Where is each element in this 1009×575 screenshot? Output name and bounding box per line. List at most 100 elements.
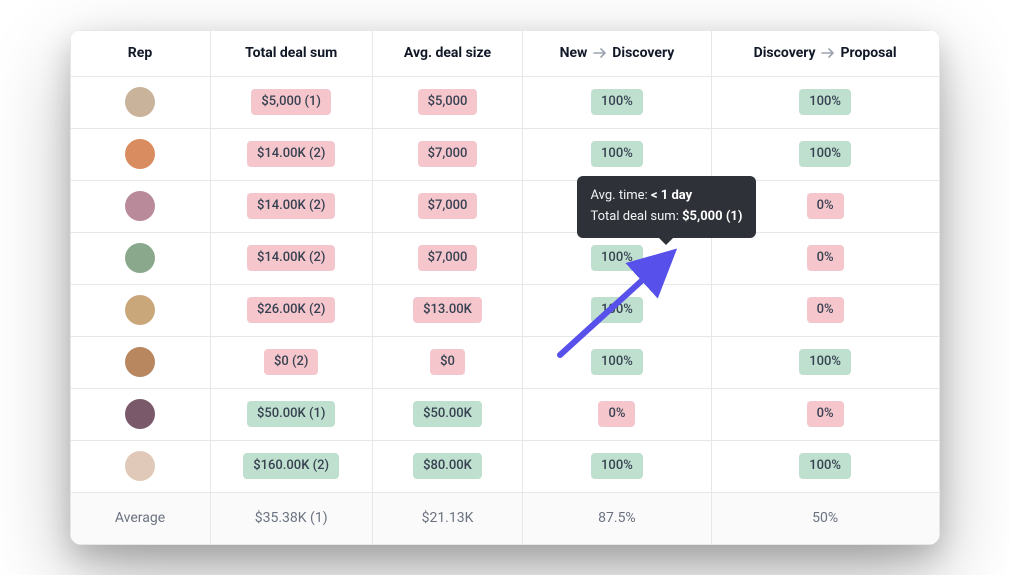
footer-total: $35.38K (1) [210,492,372,544]
stage1-cell[interactable]: 100% [523,284,712,336]
rep-cell[interactable] [70,128,210,180]
total-cell[interactable]: $14.00K (2) [210,180,372,232]
avg-pill[interactable]: $13.00K [413,297,482,323]
total-pill[interactable]: $14.00K (2) [247,245,335,271]
table-row[interactable]: $26.00K (2) $13.00K 100% 0% [70,284,939,336]
avatar[interactable] [125,347,155,377]
rep-cell[interactable] [70,284,210,336]
stage2-cell[interactable]: 100% [711,440,939,492]
table-row[interactable]: $14.00K (2) $7,000 100% 0% [70,232,939,284]
avatar[interactable] [125,191,155,221]
total-cell[interactable]: $26.00K (2) [210,284,372,336]
stage2-pill[interactable]: 0% [807,297,844,323]
total-pill[interactable]: $14.00K (2) [247,193,335,219]
rep-cell[interactable] [70,76,210,128]
avg-cell[interactable]: $13.00K [372,284,522,336]
avg-cell[interactable]: $5,000 [372,76,522,128]
col-stage1[interactable]: New Discovery [523,31,712,76]
avg-pill[interactable]: $7,000 [418,141,478,167]
footer-avg: $21.13K [372,492,522,544]
total-cell[interactable]: $0 (2) [210,336,372,388]
avg-cell[interactable]: $80.00K [372,440,522,492]
total-pill[interactable]: $50.00K (1) [247,401,335,427]
table-row[interactable]: $0 (2) $0 100% 100% [70,336,939,388]
table-header-row: Rep Total deal sum Avg. deal size New Di… [70,31,939,76]
rep-cell[interactable] [70,180,210,232]
table-row[interactable]: $14.00K (2) $7,000 100% 100% [70,128,939,180]
stage1-pill[interactable]: 100% [591,89,643,115]
stage1-from: New [560,45,588,61]
total-pill[interactable]: $0 (2) [264,349,318,375]
total-pill[interactable]: $14.00K (2) [247,141,335,167]
footer-stage2: 50% [711,492,939,544]
avg-pill[interactable]: $80.00K [413,453,482,479]
total-cell[interactable]: $14.00K (2) [210,232,372,284]
tooltip-line2-label: Total deal sum: [591,209,683,224]
stage1-cell[interactable]: 100% [523,76,712,128]
stage2-from: Discovery [754,45,816,61]
table-row[interactable]: $160.00K (2) $80.00K 100% 100% [70,440,939,492]
avg-pill[interactable]: $7,000 [418,245,478,271]
avg-cell[interactable]: $7,000 [372,180,522,232]
stage1-cell[interactable]: 0% [523,388,712,440]
col-rep[interactable]: Rep [70,31,210,76]
avatar[interactable] [125,295,155,325]
avatar[interactable] [125,451,155,481]
avatar[interactable] [125,87,155,117]
stage2-cell[interactable]: 0% [711,388,939,440]
tooltip-line1-label: Avg. time: [591,188,651,203]
total-cell[interactable]: $14.00K (2) [210,128,372,180]
avg-pill[interactable]: $5,000 [418,89,478,115]
avg-cell[interactable]: $50.00K [372,388,522,440]
stage1-cell[interactable]: 100% [523,440,712,492]
rep-cell[interactable] [70,232,210,284]
stage2-pill[interactable]: 100% [799,453,851,479]
stage2-pill[interactable]: 100% [799,141,851,167]
total-cell[interactable]: $50.00K (1) [210,388,372,440]
stage1-pill[interactable]: 100% [591,245,643,271]
table-row[interactable]: $5,000 (1) $5,000 100% 100% [70,76,939,128]
stage2-cell[interactable]: 0% [711,232,939,284]
total-pill[interactable]: $5,000 (1) [251,89,331,115]
table-row[interactable]: $50.00K (1) $50.00K 0% 0% [70,388,939,440]
stage2-pill[interactable]: 100% [799,89,851,115]
stage1-cell[interactable]: 100% [523,128,712,180]
stage2-pill[interactable]: 100% [799,349,851,375]
stage1-pill[interactable]: 100% [591,453,643,479]
col-total[interactable]: Total deal sum [210,31,372,76]
stage2-cell[interactable]: 100% [711,336,939,388]
avatar[interactable] [125,399,155,429]
avg-cell[interactable]: $0 [372,336,522,388]
stage1-pill[interactable]: 100% [591,141,643,167]
stage1-pill[interactable]: 100% [591,349,643,375]
col-avg[interactable]: Avg. deal size [372,31,522,76]
rep-cell[interactable] [70,440,210,492]
stage2-cell[interactable]: 100% [711,128,939,180]
avatar[interactable] [125,243,155,273]
footer-stage1: 87.5% [523,492,712,544]
avg-cell[interactable]: $7,000 [372,128,522,180]
stage2-cell[interactable]: 100% [711,76,939,128]
total-pill[interactable]: $26.00K (2) [247,297,335,323]
total-cell[interactable]: $160.00K (2) [210,440,372,492]
stage2-pill[interactable]: 0% [807,245,844,271]
avatar[interactable] [125,139,155,169]
stage2-pill[interactable]: 0% [807,193,844,219]
tooltip-line1-value: < 1 day [651,188,692,203]
rep-cell[interactable] [70,388,210,440]
avg-pill[interactable]: $50.00K [413,401,482,427]
stage2-pill[interactable]: 0% [807,401,844,427]
total-pill[interactable]: $160.00K (2) [243,453,339,479]
table-row[interactable]: $14.00K (2) $7,000 0% [70,180,939,232]
col-stage2[interactable]: Discovery Proposal [711,31,939,76]
stage1-pill[interactable]: 0% [598,401,635,427]
stage1-pill[interactable]: 100% [591,297,643,323]
stage1-cell[interactable]: 100% [523,336,712,388]
avg-cell[interactable]: $7,000 [372,232,522,284]
rep-cell[interactable] [70,336,210,388]
stage2-cell[interactable]: 0% [711,284,939,336]
total-cell[interactable]: $5,000 (1) [210,76,372,128]
stage1-cell[interactable]: 100% [523,232,712,284]
avg-pill[interactable]: $0 [430,349,465,375]
avg-pill[interactable]: $7,000 [418,193,478,219]
